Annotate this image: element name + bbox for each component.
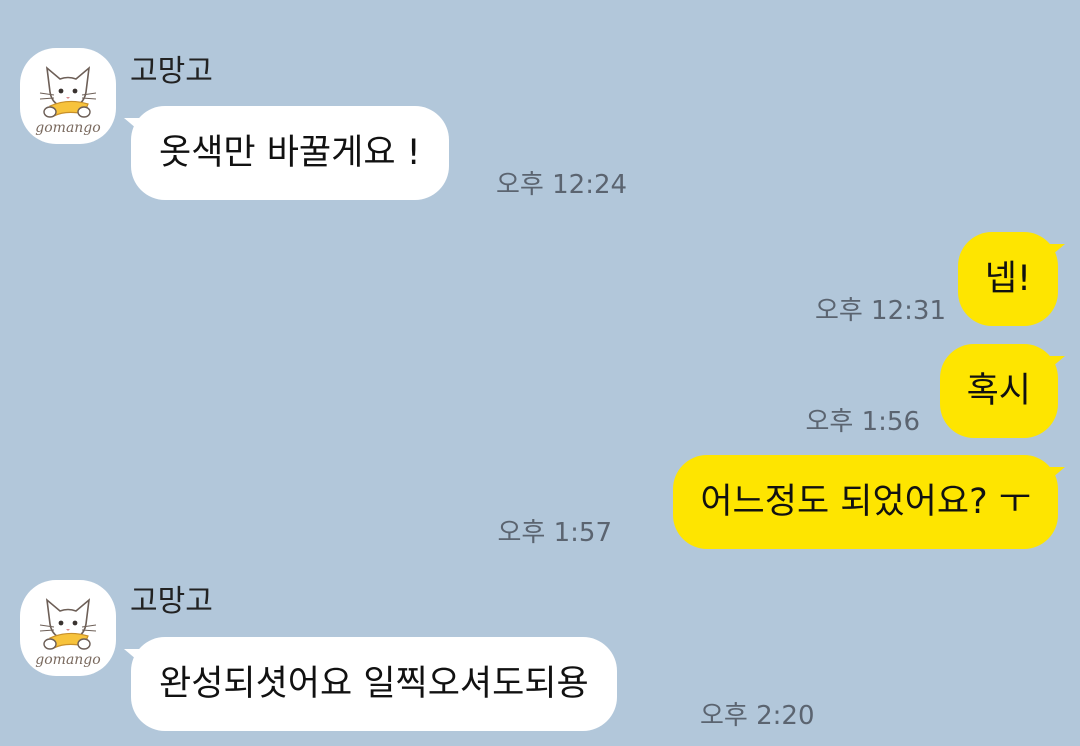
svg-text:gomango: gomango <box>35 652 100 668</box>
message-timestamp: 오후 1:56 <box>805 407 921 437</box>
message-timestamp: 오후 12:24 <box>496 170 628 200</box>
outgoing-message-bubble[interactable]: 넵! <box>957 232 1058 326</box>
cat-profile-icon: gomango <box>35 598 101 668</box>
message-timestamp: 오후 12:31 <box>814 296 946 326</box>
sender-avatar[interactable]: gomango <box>20 48 116 144</box>
incoming-message-bubble[interactable]: 완성되셧어요 일찍오셔도되용 <box>131 637 617 731</box>
message-timestamp: 오후 1:57 <box>497 518 613 548</box>
outgoing-message-bubble[interactable]: 혹시 <box>939 344 1058 438</box>
message-timestamp: 오후 2:20 <box>700 701 815 731</box>
sender-name: 고망고 <box>130 54 213 89</box>
incoming-message-bubble[interactable]: 옷색만 바꿀게요 ! <box>131 106 449 200</box>
outgoing-message-bubble[interactable]: 어느정도 되었어요? ㅜ <box>673 455 1058 549</box>
cat-profile-icon: gomango <box>35 66 101 136</box>
svg-text:gomango: gomango <box>35 120 100 136</box>
sender-name: 고망고 <box>130 584 213 619</box>
sender-avatar[interactable]: gomango <box>20 580 116 676</box>
